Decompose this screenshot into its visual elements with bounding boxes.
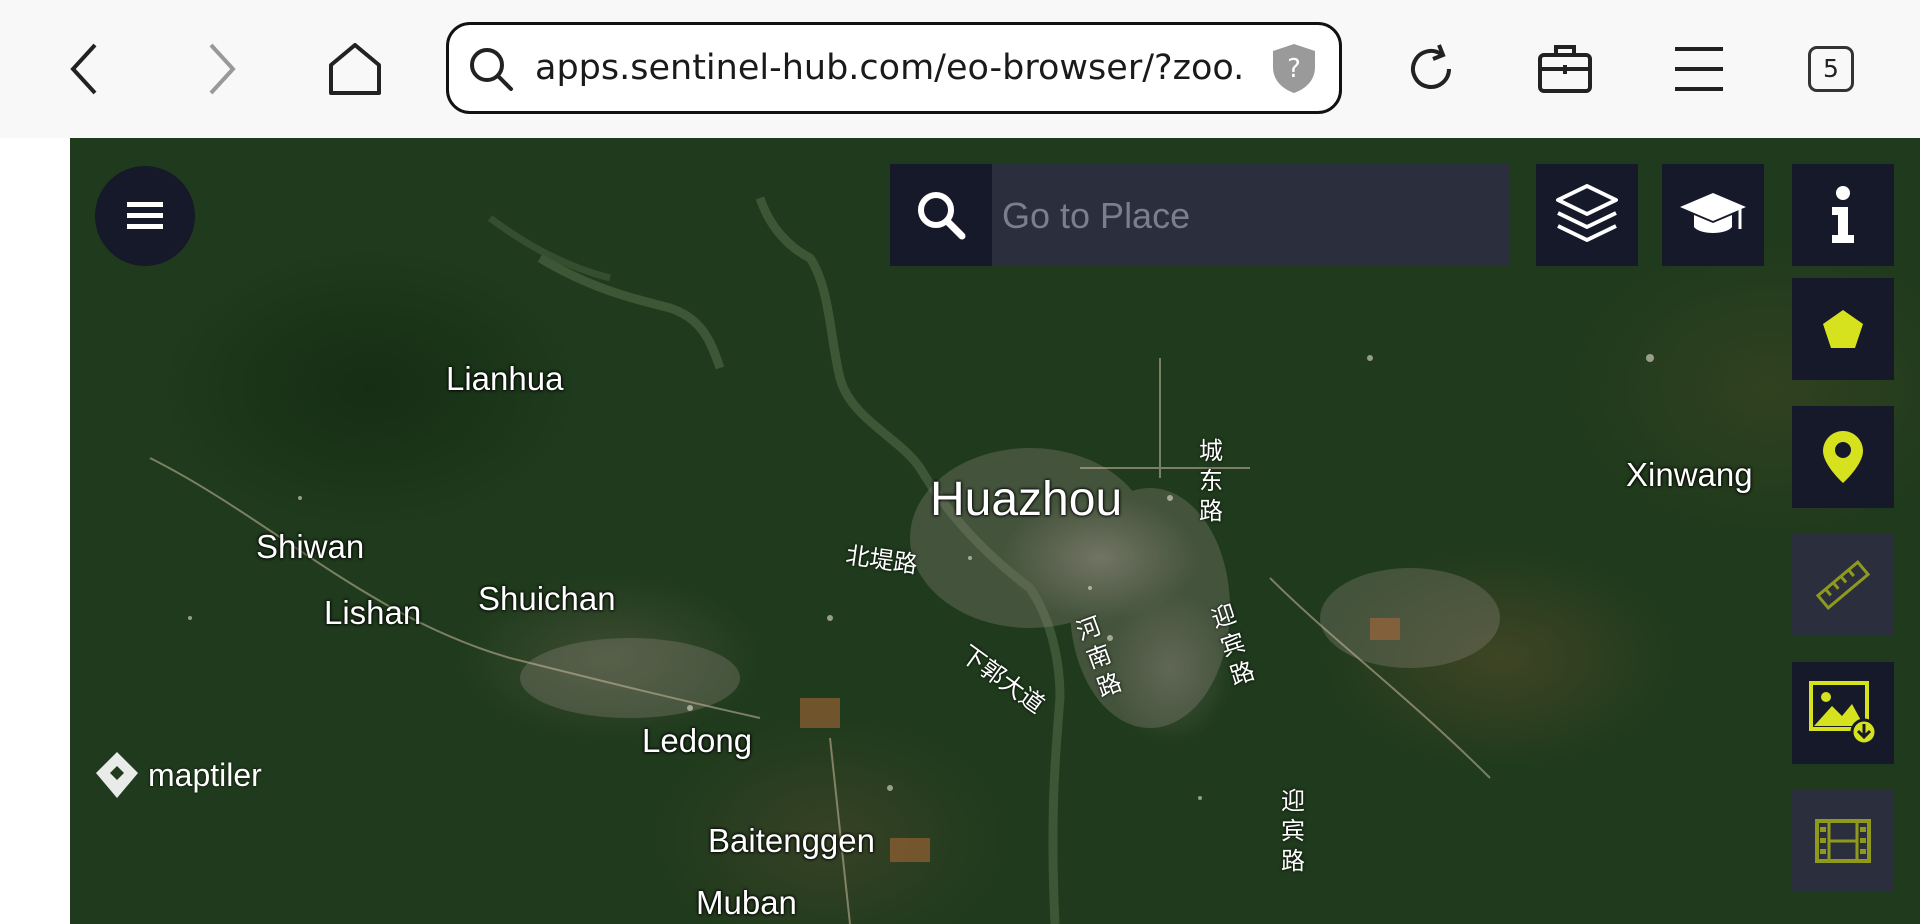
road-label-chengdong: 城东路 <box>1199 437 1223 525</box>
place-label-xinwang: Xinwang <box>1626 456 1753 493</box>
hamburger-icon <box>127 202 163 229</box>
tabs-count-button[interactable]: 5 <box>1808 46 1854 92</box>
image-download-button[interactable] <box>1792 662 1894 764</box>
hamburger-icon <box>1675 47 1723 91</box>
place-label-ledong: Ledong <box>642 722 753 759</box>
search-button[interactable] <box>890 164 992 266</box>
shield-icon[interactable]: ? <box>1269 41 1319 95</box>
map-canvas[interactable]: Huazhou Lianhua Shiwan Lishan Shuichan L… <box>70 138 1920 924</box>
home-icon <box>329 43 381 95</box>
chevron-left-icon <box>70 43 97 95</box>
draw-area-button[interactable] <box>1792 278 1894 380</box>
address-bar[interactable]: apps.sentinel-hub.com/eo-browser/?zoo...… <box>446 22 1342 114</box>
chevron-right-icon <box>209 43 236 95</box>
place-label-huazhou: Huazhou <box>930 473 1123 526</box>
ruler-icon <box>1815 560 1871 610</box>
info-button[interactable] <box>1792 164 1894 266</box>
maptiler-text: maptiler <box>148 756 262 793</box>
search-icon <box>918 192 966 240</box>
main-menu-button[interactable] <box>95 166 195 266</box>
search-icon <box>470 48 513 91</box>
timelapse-button[interactable] <box>1792 790 1894 892</box>
road-label-yingbin-2: 迎宾路 <box>1281 787 1305 875</box>
browser-toolbar: apps.sentinel-hub.com/eo-browser/?zoo...… <box>0 0 1920 138</box>
reload-button[interactable] <box>1386 24 1476 114</box>
place-label-lianhua: Lianhua <box>446 360 564 397</box>
education-mode-button[interactable] <box>1662 164 1764 266</box>
toolbox-button[interactable] <box>1520 24 1610 114</box>
place-marker-button[interactable] <box>1792 406 1894 508</box>
home-button[interactable] <box>310 24 400 114</box>
place-label-muban: Muban <box>696 884 797 921</box>
layers-button[interactable] <box>1536 164 1638 266</box>
url-text[interactable]: apps.sentinel-hub.com/eo-browser/?zoo... <box>535 25 1245 111</box>
place-label-lishan: Lishan <box>324 594 422 631</box>
layers-icon <box>1556 184 1618 242</box>
info-icon <box>1832 186 1854 243</box>
svg-text:?: ? <box>1287 54 1301 84</box>
map-pin-icon <box>1823 431 1863 483</box>
place-label-shiwan: Shiwan <box>256 528 365 565</box>
toolbox-icon <box>1538 45 1592 93</box>
graduation-cap-icon <box>1680 193 1746 233</box>
place-label-shuichan: Shuichan <box>478 580 616 617</box>
pentagon-icon <box>1823 310 1863 348</box>
image-download-icon <box>1809 681 1878 746</box>
measure-button[interactable] <box>1792 534 1894 636</box>
reload-icon <box>1411 44 1451 89</box>
back-button[interactable] <box>40 24 130 114</box>
maptiler-logo-icon <box>96 752 138 798</box>
place-search <box>890 164 1514 268</box>
forward-button[interactable] <box>176 24 266 114</box>
place-search-input[interactable] <box>992 164 1514 268</box>
film-icon <box>1815 819 1871 863</box>
maptiler-attribution[interactable]: maptiler <box>94 750 262 800</box>
place-label-baitenggen: Baitenggen <box>708 822 875 859</box>
menu-button[interactable] <box>1654 24 1744 114</box>
